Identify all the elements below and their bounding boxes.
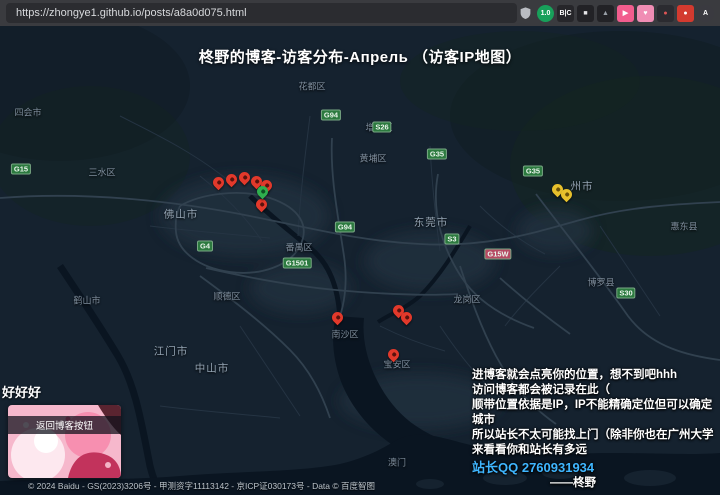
qq-contact: 站长QQ 2760931934 [472,460,595,475]
map-label: 澳门 [387,457,407,468]
info-line: 来看看你和站长有多远 [472,444,587,456]
map-canvas[interactable]: 柊野的博客-访客分布-Апрель （访客IP地图） 四会市花都区三水区增城区黄… [0,26,720,495]
map-label: 南沙区 [331,329,359,340]
profile-icon[interactable]: A [697,4,714,22]
bilibili-pink-2-icon[interactable]: ♥ [637,4,654,22]
road-badge: S30 [616,287,636,299]
road-badge: S26 [372,121,392,133]
road-badge: G35 [426,148,448,160]
visitor-info-text: 进博客就会点亮你的位置，想不到吧hhh 访问博客都会被记录在此（ 顺带位置依据是IP… [472,368,718,491]
info-line: 顺带位置依据是IP，IP不能精确定位但可以确定城市 [472,399,713,426]
page-title: 柊野的博客-访客分布-Апрель （访客IP地图） [198,49,522,66]
back-to-blog-button[interactable]: 返回博客按钮 [8,405,121,478]
map-label: 东莞市 [413,216,449,229]
road-badge: G35 [522,165,544,177]
screenshot-root: https://zhongye1.github.io/posts/a8a0d07… [0,0,720,495]
road-badge: G94 [334,221,356,233]
bc-extension-icon[interactable]: B|C [557,4,574,22]
info-line: 所以站长不太可能找上门（除非你也在广州大学 [472,429,714,441]
road-badge: G4 [196,240,214,252]
info-line: 进博客就会点亮你的位置，想不到吧hhh [472,369,678,381]
map-label: 佛山市 [163,208,199,221]
browser-extension-icons: 1.0 B|C ■ ▲ ▶ ♥ ● ● A [517,4,714,22]
url-bar[interactable]: https://zhongye1.github.io/posts/a8a0d07… [6,3,517,23]
bilibili-pink-1-icon[interactable]: ▶ [617,4,634,22]
shield-icon[interactable] [517,5,534,22]
side-comment-text: 好好好 [2,385,42,400]
road-badge: S3 [444,233,460,245]
road-badge: G15W [484,248,512,260]
traffic-green-badge[interactable]: 1.0 [537,4,554,22]
map-label: 黄埔区 [359,153,387,164]
map-label: 番禺区 [285,242,313,253]
back-button-label: 返回博客按钮 [8,416,121,434]
extension-dark-1-icon[interactable]: ■ [577,4,594,22]
map-label: 中山市 [194,362,230,375]
url-text: https://zhongye1.github.io/posts/a8a0d07… [16,7,247,19]
info-line: 访问博客都会被记录在此（ [472,384,610,396]
map-label: 博罗县 [587,277,615,288]
road-badge: G94 [320,109,342,121]
extension-dark-2-icon[interactable]: ▲ [597,4,614,22]
map-label: 四会市 [14,107,42,118]
map-label: 三水区 [88,167,116,178]
extension-dark-3-icon[interactable]: ● [657,4,674,22]
map-label: 江门市 [153,345,189,358]
browser-chrome: https://zhongye1.github.io/posts/a8a0d07… [0,0,720,26]
signature: ——柊野 [550,477,596,489]
map-label: 州市 [570,180,594,193]
map-label: 顺德区 [213,291,241,302]
road-badge: G1501 [282,257,312,269]
map-label: 龙岗区 [453,294,481,305]
road-badge: G15 [10,163,32,175]
map-label: 宝安区 [383,359,411,370]
map-attribution: © 2024 Baidu - GS(2023)3206号 - 甲测资字11113… [28,481,376,491]
map-label: 惠东县 [670,221,698,232]
map-label: 鹤山市 [73,295,101,306]
location-red-icon[interactable]: ● [677,4,694,22]
map-label: 花都区 [298,81,326,92]
